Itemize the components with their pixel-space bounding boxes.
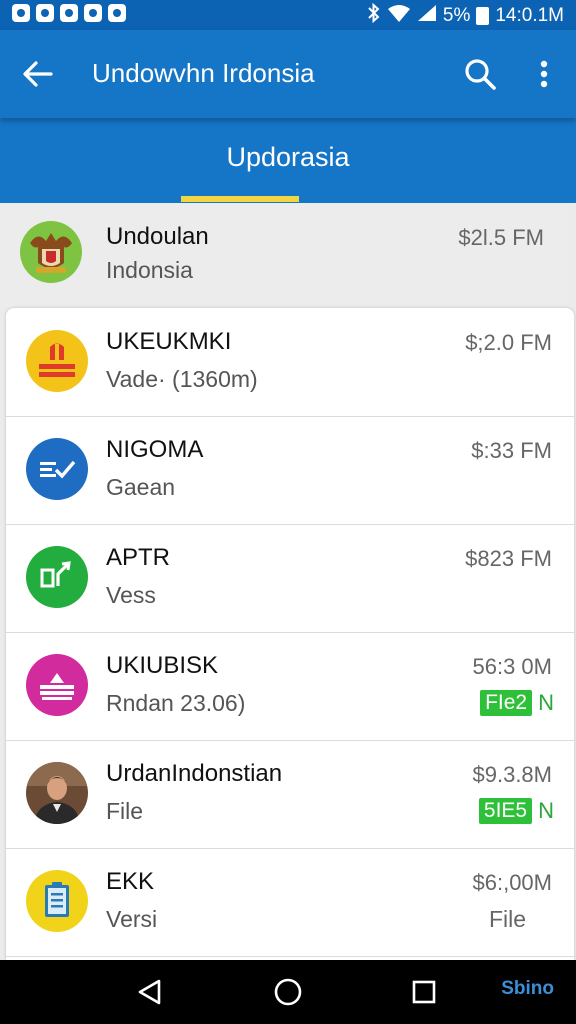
battery-icon <box>476 7 490 25</box>
item-title: UKIUBISK <box>106 652 219 679</box>
chat-check-icon <box>26 438 88 500</box>
coat-of-arms-icon <box>20 221 82 283</box>
status-badge: 5IE5 <box>478 798 533 824</box>
notification-icon <box>36 4 54 22</box>
item-subtitle: Gaean <box>106 474 176 500</box>
list-item[interactable]: EKK Versi $6:,00M File <box>6 848 574 957</box>
item-title: UKEUKMKI <box>106 328 232 355</box>
status-badge: FIe2 <box>480 690 533 716</box>
tab-bar: Updorasia <box>0 118 576 203</box>
more-vert-icon <box>540 60 548 88</box>
notification-icon <box>12 4 30 22</box>
tab-updorasia[interactable]: Updorasia <box>0 118 576 203</box>
status-indicator: FIe2 N <box>480 690 554 716</box>
portrait-icon <box>26 762 88 824</box>
nav-home-button[interactable] <box>266 970 310 1014</box>
nav-recents-button[interactable] <box>402 970 446 1014</box>
battery-percent: 5% <box>442 5 471 26</box>
tab-label: Updorasia <box>226 142 350 172</box>
back-arrow-icon <box>23 61 53 87</box>
item-size: $2l.5 FM <box>458 225 544 250</box>
notification-icon <box>84 4 102 22</box>
list-item[interactable]: NIGOMA Gaean $:33 FM <box>6 416 574 525</box>
item-subtitle: Vade· (1360m) <box>106 366 258 392</box>
file-label: File <box>488 906 526 932</box>
notification-icons <box>12 4 126 22</box>
triangle-back-icon <box>138 979 161 1005</box>
list-item[interactable]: UKEUKMKI Vade· (1360m) $;2.0 FM <box>6 308 574 417</box>
item-subtitle: Versi <box>106 906 158 932</box>
item-subtitle: File <box>106 798 144 824</box>
back-button[interactable] <box>14 52 62 96</box>
navigation-bar: Sbino <box>0 960 576 1024</box>
item-size: $:33 FM <box>471 438 552 463</box>
square-recents-icon <box>412 980 436 1004</box>
tab-indicator <box>181 196 299 202</box>
item-subtitle: Rndan 23.06) <box>106 690 246 716</box>
list-item[interactable]: UKIUBISK Rndan 23.06) 56:3 0M FIe2 N <box>6 632 574 741</box>
item-size: $823 FM <box>465 546 552 571</box>
status-bar: 5% 14:0.1M <box>0 0 576 30</box>
item-subtitle: Vess <box>106 582 156 608</box>
red-stripes-icon <box>26 330 88 392</box>
list-item[interactable]: UrdanIndonstian File $9.3.8M 5IE5 N <box>6 740 574 849</box>
nav-back-button[interactable] <box>128 970 172 1014</box>
item-size: $9.3.8M <box>472 762 553 787</box>
more-options-button[interactable] <box>522 50 566 98</box>
item-size: $;2.0 FM <box>465 330 552 355</box>
page-title: Undowvhn Irdonsia <box>92 58 315 88</box>
nav-extra-label[interactable]: Sbino <box>501 978 554 1000</box>
app-bar: Undowvhn Irdonsia <box>0 30 576 118</box>
wifi-icon <box>387 4 411 28</box>
list-item[interactable]: APTR Vess $823 FM <box>6 524 574 633</box>
item-title: NIGOMA <box>106 436 204 463</box>
search-button[interactable] <box>456 50 504 98</box>
notification-icon <box>108 4 126 22</box>
item-title: APTR <box>106 544 171 571</box>
item-title: Undoulan <box>106 223 209 250</box>
stack-icon <box>26 654 88 716</box>
item-size: $6:,00M <box>472 870 553 895</box>
status-indicator: 5IE5 N <box>478 798 554 824</box>
signal-icon <box>417 4 437 28</box>
item-subtitle: Indonsia <box>106 257 193 283</box>
clipboard-icon <box>26 870 88 932</box>
bluetooth-icon <box>367 2 381 29</box>
app-list-card: UKEUKMKI Vade· (1360m) $;2.0 FM NIGOMA G… <box>6 308 574 960</box>
list-item-top[interactable]: Undoulan Indonsia $2l.5 FM <box>0 203 568 307</box>
circle-home-icon <box>274 978 302 1006</box>
status-letter: N <box>538 798 554 823</box>
status-time: 14:0.1M <box>495 5 564 26</box>
item-title: UrdanIndonstian <box>106 760 283 787</box>
item-size: 56:3 0M <box>472 654 553 679</box>
chart-arrow-icon <box>26 546 88 608</box>
status-letter: N <box>538 690 554 715</box>
item-title: EKK <box>106 868 155 895</box>
system-icons: 5% 14:0.1M <box>367 2 564 29</box>
search-icon <box>465 59 496 90</box>
notification-icon <box>60 4 78 22</box>
